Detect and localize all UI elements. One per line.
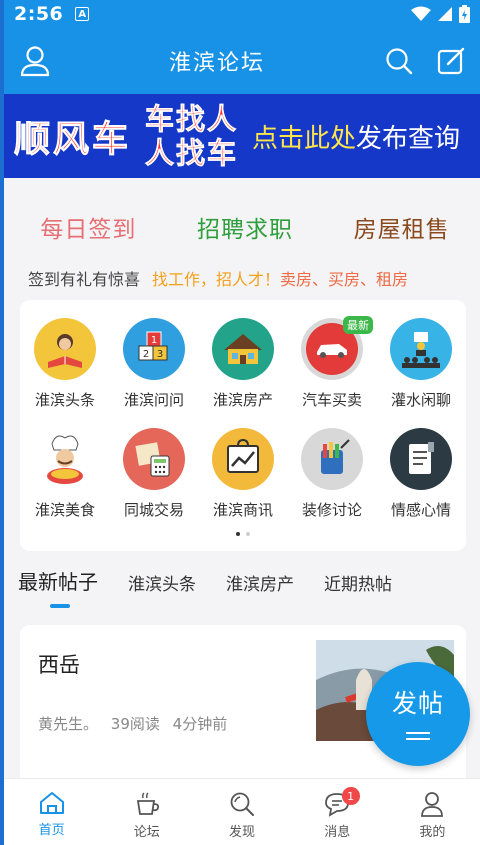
quick-link-subtitles: 签到有礼有惊喜 找工作，招人才！ 卖房、买房、租房 [4,266,480,290]
nav-messages[interactable]: 1 消息 [290,779,385,845]
category-item[interactable]: 最新 汽车买卖 [289,316,375,410]
post-title[interactable]: 西岳 [38,649,80,679]
house-icon [224,334,262,364]
battery-icon [459,5,470,23]
menu-lines-icon [406,728,430,744]
nav-label: 消息 [324,825,351,840]
tab-headlines[interactable]: 淮滨头条 [128,570,196,595]
tab-latest[interactable]: 最新帖子 [18,566,98,608]
status-time: 2:56 [14,3,64,25]
post-author: 黄先生。 [38,715,99,733]
page-title: 淮滨论坛 [168,51,265,76]
svg-text:3: 3 [157,349,163,360]
search-icon [230,792,254,816]
chart-bag-icon [227,438,259,473]
nav-label: 首页 [38,823,65,838]
user-profile-icon[interactable] [18,44,52,78]
app-screen: 2:56 A 淮滨论坛 顺风车 车找人 人找车 点击此处 发布查询 每日签到 招… [4,0,480,845]
category-item[interactable]: 灌水闲聊 [378,318,464,410]
home-icon [39,792,64,814]
reading-person-icon [48,334,82,368]
quick-links: 每日签到 招聘求职 房屋租售 [4,210,480,244]
category-item[interactable]: 淮滨商讯 [200,428,286,520]
post-time: 4分钟前 [172,715,228,733]
svg-text:1: 1 [151,335,157,346]
search-icon[interactable] [382,44,416,78]
nav-label: 我的 [419,825,446,840]
chef-icon [47,435,83,484]
coffee-cup-icon [136,792,159,815]
paint-tools-icon [321,439,350,474]
compose-icon[interactable] [434,44,468,78]
checkin-subtitle[interactable]: 签到有礼有惊喜 [28,266,140,290]
banner-line2: 人找车 [145,136,239,171]
category-item[interactable]: 淮滨头条 [22,318,108,410]
status-icons [411,5,470,23]
banner-rideshare-text: 顺风车 [13,119,132,161]
bottom-nav: 首页 论坛 发现 1 消息 我的 [4,778,480,845]
category-label: 淮滨美食 [34,501,95,519]
page-dot[interactable] [246,532,250,536]
banner-line1: 车找人 [145,102,239,137]
tab-real-estate[interactable]: 淮滨房产 [226,570,294,595]
nav-label: 发现 [229,825,256,840]
nav-home[interactable]: 首页 [4,779,99,845]
category-grid: 淮滨头条 1 2 3 淮滨问问 淮滨房产 最新 汽车买卖 灌水闲聊 淮滨美食 同… [20,300,466,551]
page-indicator [20,532,466,536]
category-label: 淮滨房产 [212,391,273,409]
category-item[interactable]: 装修讨论 [289,428,375,520]
post-reads: 39阅读 [110,715,160,733]
category-item[interactable]: 1 2 3 淮滨问问 [111,318,197,410]
new-badge: 最新 [343,316,373,334]
quick-link-checkin[interactable]: 每日签到 [40,210,136,244]
banner-click-here: 点击此处 [252,123,357,154]
quick-link-jobs[interactable]: 招聘求职 [197,210,293,244]
category-label: 淮滨商讯 [212,501,273,519]
category-label: 汽车买卖 [301,391,362,409]
banner-publish-query: 发布查询 [356,123,461,154]
category-item[interactable]: 情感心情 [378,428,464,520]
category-label: 同城交易 [123,501,184,519]
nav-forum[interactable]: 论坛 [99,779,194,845]
profile-icon [421,792,444,817]
category-item[interactable]: 淮滨美食 [22,428,108,520]
category-label: 灌水闲聊 [390,391,451,409]
svg-text:2: 2 [143,349,149,360]
jobs-subtitle[interactable]: 找工作，招人才！ [152,266,280,290]
category-item[interactable]: 淮滨房产 [200,318,286,410]
housing-subtitle[interactable]: 卖房、买房、租房 [280,266,408,290]
rideshare-banner[interactable]: 顺风车 车找人 人找车 点击此处 发布查询 [4,94,480,178]
notification-icon: A [75,7,90,21]
post-meta: 黄先生。 39阅读 4分钟前 [38,713,235,734]
calculator-icon [135,442,170,477]
status-bar: 2:56 A [4,0,480,28]
category-label: 情感心情 [390,501,451,519]
wifi-icon [411,6,431,21]
number-blocks-icon: 1 2 3 [138,331,168,361]
new-post-label: 发帖 [391,689,444,718]
title-bar: 淮滨论坛 [4,28,480,94]
category-label: 淮滨问问 [123,391,184,409]
page-dot[interactable] [236,532,240,536]
banner-car-people-text: 车找人 人找车 [145,102,239,171]
nav-label: 论坛 [133,825,160,840]
category-label: 装修讨论 [301,501,362,519]
nav-discover[interactable]: 发现 [194,779,289,845]
category-item[interactable]: 同城交易 [111,428,197,520]
new-post-button[interactable]: 发帖 [366,662,470,766]
signal-icon [438,7,452,21]
nav-profile[interactable]: 我的 [385,779,480,845]
unread-badge: 1 [341,787,360,805]
category-label: 淮滨头条 [34,391,95,409]
feed-tabs: 最新帖子 淮滨头条 淮滨房产 近期热帖 [18,566,422,608]
notebook-icon [409,442,434,474]
meeting-icon [402,332,440,368]
quick-link-housing[interactable]: 房屋租售 [354,210,450,244]
tab-hot-posts[interactable]: 近期热帖 [324,570,392,595]
